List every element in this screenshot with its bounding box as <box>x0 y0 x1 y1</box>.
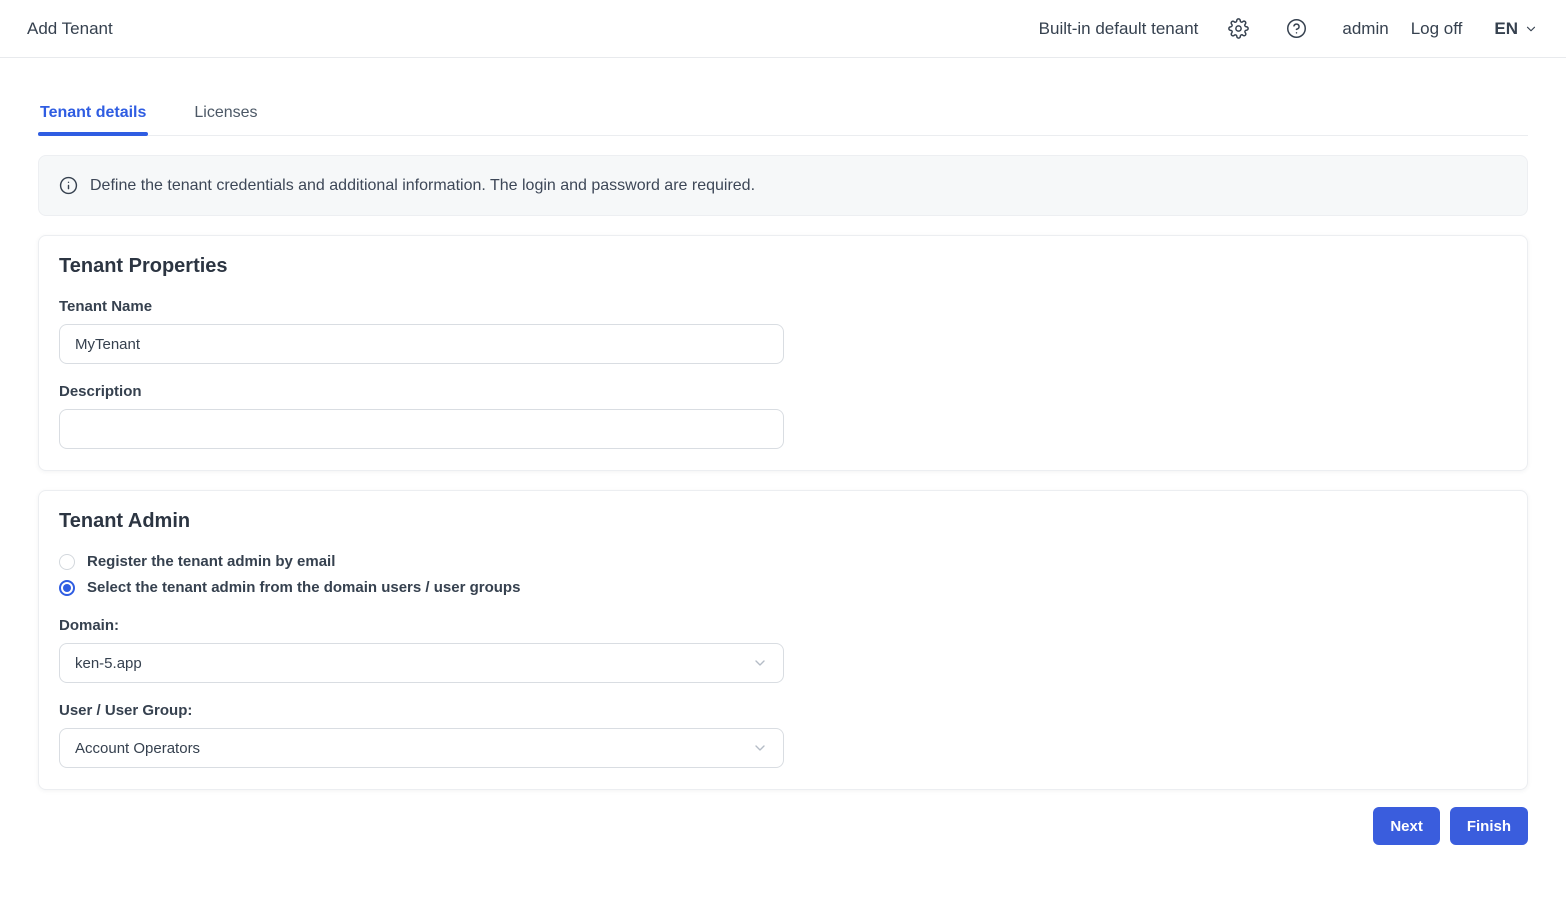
tenant-admin-title: Tenant Admin <box>59 510 191 532</box>
radio-register-by-email[interactable]: Register the tenant admin by email <box>59 553 1507 570</box>
next-button[interactable]: Next <box>1373 807 1440 845</box>
user-group-select[interactable]: Account Operators <box>59 728 784 768</box>
language-label: EN <box>1494 18 1518 38</box>
page-title: Add Tenant <box>27 18 113 38</box>
info-banner-text: Define the tenant credentials and additi… <box>90 176 756 194</box>
chevron-down-icon <box>755 660 765 666</box>
user-group-field-group: User / User Group: Account Operators <box>59 702 1507 768</box>
tenant-name-input[interactable] <box>59 324 784 364</box>
domain-field-group: Domain: ken-5.app <box>59 617 1507 683</box>
tab-licenses[interactable]: Licenses <box>192 96 259 135</box>
finish-button[interactable]: Finish <box>1449 807 1528 845</box>
main-content: Tenant details Licenses Define the tenan… <box>0 58 1566 904</box>
current-user-label[interactable]: admin <box>1342 19 1388 39</box>
radio-unchecked-icon <box>59 553 75 570</box>
wizard-actions: Next Finish <box>38 807 1528 845</box>
tab-bar: Tenant details Licenses <box>38 58 1528 136</box>
radio-select-from-domain[interactable]: Select the tenant admin from the domain … <box>59 579 1507 596</box>
user-group-select-value: Account Operators <box>75 739 201 757</box>
chevron-down-icon <box>755 745 765 751</box>
user-group-label: User / User Group: <box>59 702 193 719</box>
description-label: Description <box>59 383 142 400</box>
radio-register-by-email-label: Register the tenant admin by email <box>87 553 336 570</box>
domain-select-value: ken-5.app <box>75 654 142 672</box>
tenant-name-label: Tenant Name <box>59 298 153 315</box>
logoff-button[interactable]: Log off <box>1411 19 1463 39</box>
description-field-group: Description <box>59 383 1507 449</box>
tenant-admin-card: Tenant Admin Register the tenant admin b… <box>38 490 1528 790</box>
header-right: Built-in default tenant admin Log off EN <box>1039 17 1538 41</box>
tenant-context-label[interactable]: Built-in default tenant <box>1039 19 1199 39</box>
radio-checked-icon <box>59 579 75 596</box>
tenant-name-field-group: Tenant Name <box>59 298 1507 364</box>
radio-select-from-domain-label: Select the tenant admin from the domain … <box>87 579 521 596</box>
settings-button[interactable] <box>1226 17 1250 41</box>
tenant-properties-card: Tenant Properties Tenant Name Descriptio… <box>38 235 1528 471</box>
gear-icon <box>1228 18 1249 39</box>
description-input[interactable] <box>59 409 784 449</box>
add-tenant-page: Add Tenant Built-in default tenant admin… <box>0 0 1566 904</box>
chevron-down-icon <box>1526 26 1536 31</box>
domain-select[interactable]: ken-5.app <box>59 643 784 683</box>
language-selector[interactable]: EN <box>1494 19 1538 39</box>
info-icon <box>59 176 78 195</box>
top-header: Add Tenant Built-in default tenant admin… <box>0 0 1566 58</box>
info-banner: Define the tenant credentials and additi… <box>38 155 1528 216</box>
tab-tenant-details[interactable]: Tenant details <box>38 96 149 136</box>
help-icon <box>1286 19 1306 38</box>
domain-label: Domain: <box>59 617 119 634</box>
tenant-admin-radio-group: Register the tenant admin by email Selec… <box>59 553 1507 596</box>
help-button[interactable] <box>1284 17 1308 41</box>
tenant-properties-title: Tenant Properties <box>59 255 228 277</box>
